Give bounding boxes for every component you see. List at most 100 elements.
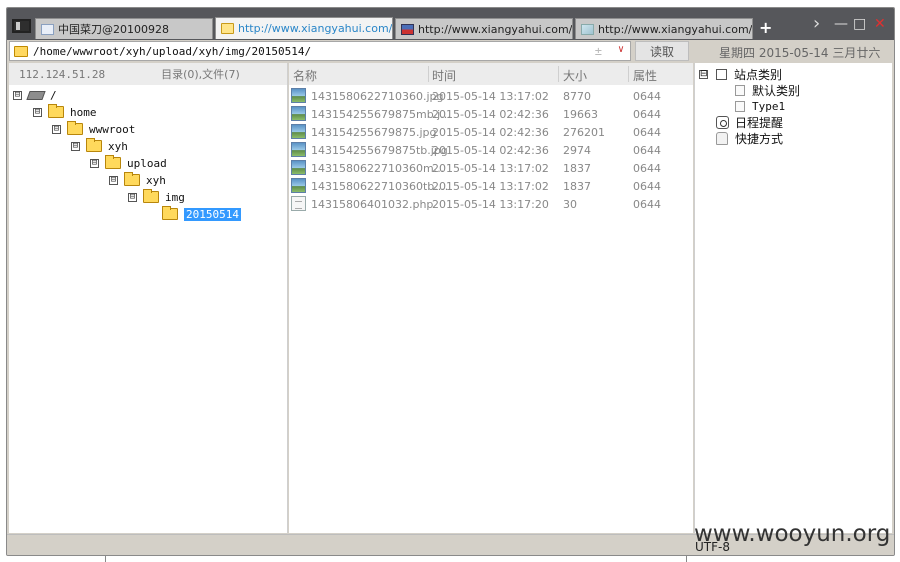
file-row[interactable]: 143154255679875.jpg 2015-05-14 02:42:36 …: [289, 123, 693, 141]
image-file-icon: [291, 160, 306, 175]
document-icon: [735, 100, 745, 112]
flag-icon: [401, 23, 414, 35]
image-file-icon: [291, 124, 306, 139]
column-time[interactable]: 时间: [432, 67, 456, 84]
type1-label: Type1: [752, 99, 786, 113]
close-icon[interactable]: ✕: [874, 16, 886, 32]
minimize-icon[interactable]: —: [834, 16, 848, 32]
server-ip: 112.124.51.28: [19, 67, 106, 81]
file-attr: 0644: [633, 180, 661, 193]
file-row[interactable]: 1431580622710360m... 2015-05-14 13:17:02…: [289, 159, 693, 177]
file-name: 1431580622710360.jpg: [311, 90, 444, 103]
tree-node-wwwroot[interactable]: ⊟ wwwroot: [52, 121, 135, 137]
window-menu-icon[interactable]: [12, 19, 31, 33]
tab-file-manager[interactable]: http://www.xiangyahui.com/u...: [215, 17, 393, 39]
tab-label: http://www.xiangyahui.com/u...: [418, 22, 573, 36]
collapse-icon[interactable]: ⊟: [90, 158, 99, 168]
tree-node-label: upload: [127, 156, 167, 170]
collapse-icon[interactable]: ⊟: [109, 175, 118, 185]
chevron-down-icon[interactable]: ∨: [618, 44, 624, 55]
file-list-header: 名称 时间 大小 属性: [289, 63, 693, 85]
folder-icon: [162, 206, 178, 220]
folder-icon: [221, 23, 234, 34]
column-divider[interactable]: [428, 66, 429, 82]
divider: [105, 556, 106, 562]
file-row[interactable]: 143154255679875mb.j... 2015-05-14 02:42:…: [289, 105, 693, 123]
collapse-icon[interactable]: ⊟: [52, 124, 61, 134]
site-category-label: 站点类别: [734, 67, 783, 82]
image-file-icon: [291, 106, 306, 121]
tree-node-label: /: [50, 88, 57, 102]
file-attr: 0644: [633, 90, 661, 103]
drive-icon: [26, 90, 46, 100]
file-row[interactable]: 14315806401032.php 2015-05-14 13:17:20 3…: [289, 195, 693, 213]
directory-count: 目录(0),文件(7): [161, 68, 240, 81]
tree-node-label: xyh: [146, 173, 166, 187]
site-category-node[interactable]: ⊟ 站点类别: [699, 66, 782, 82]
image-icon: [581, 23, 594, 35]
tab-site-2[interactable]: http://www.xiangyahui.com/u...: [395, 18, 573, 39]
folder-icon: [124, 172, 140, 186]
file-time: 2015-05-14 13:17:02: [432, 162, 549, 175]
tree-node-root[interactable]: ⊟ /: [13, 87, 57, 103]
folder-icon: [86, 138, 102, 152]
file-name: 14315806401032.php: [311, 198, 434, 211]
tab-home[interactable]: 中国菜刀@20100928: [35, 18, 213, 39]
file-name: 143154255679875mb.j...: [311, 108, 451, 121]
file-list-panel: 名称 时间 大小 属性 1431580622710360.jpg 2015-05…: [289, 63, 693, 533]
tab-bar: 中国菜刀@20100928 http://www.xiangyahui.com/…: [7, 8, 894, 40]
tree-node-20150514[interactable]: 20150514: [162, 206, 241, 222]
category-icon: [716, 68, 727, 80]
default-category-node[interactable]: 默认类别: [735, 82, 800, 98]
read-button[interactable]: 读取: [635, 41, 689, 61]
file-time: 2015-05-14 13:17:20: [432, 198, 549, 211]
tree-node-img[interactable]: ⊟ img: [128, 189, 185, 205]
collapse-icon[interactable]: ⊟: [13, 90, 22, 100]
file-attr: 0644: [633, 126, 661, 139]
date-display: 星期四 2015-05-14 三月廿六: [719, 46, 881, 60]
column-name[interactable]: 名称: [293, 67, 317, 84]
watermark: www.wooyun.org: [694, 521, 891, 547]
file-row[interactable]: 1431580622710360.jpg 2015-05-14 13:17:02…: [289, 87, 693, 105]
site-panel: ⊟ 站点类别 默认类别 Type1 日程提醒 快捷方式: [694, 63, 892, 533]
directory-header: 112.124.51.28 目录(0),文件(7): [9, 63, 287, 85]
add-tab-icon[interactable]: +: [759, 18, 772, 37]
file-size: 19663: [563, 108, 598, 121]
tab-label: http://www.xiangyahui.com/u...: [238, 22, 393, 35]
file-row[interactable]: 1431580622710360tb.... 2015-05-14 13:17:…: [289, 177, 693, 195]
file-time: 2015-05-14 13:17:02: [432, 180, 549, 193]
address-path: /home/wwwroot/xyh/upload/xyh/img/2015051…: [33, 44, 312, 58]
tab-site-3[interactable]: http://www.xiangyahui.com/u...: [575, 18, 753, 39]
plus-minus-icon[interactable]: ±: [595, 44, 602, 58]
type1-node[interactable]: Type1: [735, 98, 785, 114]
file-size: 8770: [563, 90, 591, 103]
image-file-icon: [291, 178, 306, 193]
schedule-node[interactable]: 日程提醒: [716, 114, 783, 130]
collapse-icon[interactable]: ⊟: [71, 141, 80, 151]
column-divider[interactable]: [558, 66, 559, 82]
file-size: 276201: [563, 126, 605, 139]
file-time: 2015-05-14 02:42:36: [432, 144, 549, 157]
document-file-icon: [291, 196, 306, 211]
next-icon[interactable]: ›: [813, 13, 820, 34]
column-divider[interactable]: [628, 66, 629, 82]
tree-node-upload[interactable]: ⊟ upload: [90, 155, 167, 171]
address-bar[interactable]: /home/wwwroot/xyh/upload/xyh/img/2015051…: [9, 41, 631, 61]
directory-panel: 112.124.51.28 目录(0),文件(7) ⊟ / ⊟ home ⊟ w…: [9, 63, 288, 533]
column-size[interactable]: 大小: [563, 67, 587, 84]
app-window: 中国菜刀@20100928 http://www.xiangyahui.com/…: [6, 7, 895, 556]
maximize-icon[interactable]: □: [853, 16, 866, 32]
collapse-icon[interactable]: ⊟: [128, 192, 137, 202]
file-row[interactable]: 143154255679875tb.jpg 2015-05-14 02:42:3…: [289, 141, 693, 159]
collapse-icon[interactable]: ⊟: [33, 107, 42, 117]
collapse-icon[interactable]: ⊟: [699, 69, 708, 79]
tree-node-label: home: [70, 105, 97, 119]
tree-node-xyh-2[interactable]: ⊟ xyh: [109, 172, 166, 188]
document-icon: [735, 84, 745, 96]
tree-node-home[interactable]: ⊟ home: [33, 104, 97, 120]
column-attr[interactable]: 属性: [633, 67, 657, 84]
divider: [686, 556, 687, 562]
image-file-icon: [291, 88, 306, 103]
shortcut-node[interactable]: 快捷方式: [716, 130, 783, 146]
tree-node-xyh[interactable]: ⊟ xyh: [71, 138, 128, 154]
